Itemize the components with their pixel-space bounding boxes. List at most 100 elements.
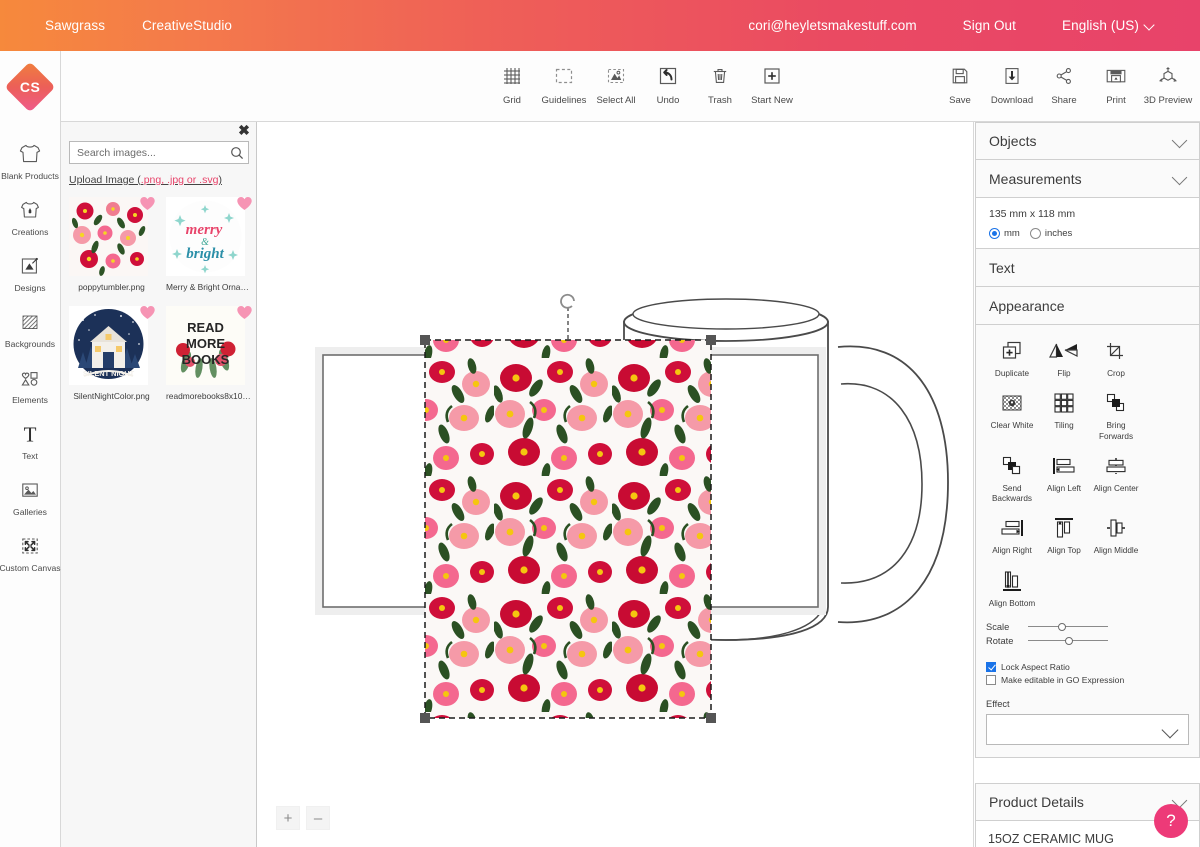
designs-icon [19,253,41,278]
clear-white-button[interactable]: Clear White [986,389,1038,442]
bring-forwards-button[interactable]: Bring Forwards [1090,389,1142,442]
share-button[interactable]: Share [1038,60,1090,106]
list-item[interactable]: READ MORE BOOKS readmorebooks8x10.jpg [166,304,253,401]
3d-preview-button[interactable]: 3D Preview [1142,60,1194,106]
mug-mockup [315,293,949,723]
thumbnail-image-merry-bright[interactable]: merry & bright [166,197,245,276]
send-backwards-button[interactable]: Send Backwards [986,452,1038,505]
sidebar-item-elements[interactable]: Elements [0,356,60,412]
favorite-heart-icon[interactable] [236,304,253,321]
appearance-body: Duplicate Flip Crop Clear White Tiling B… [975,325,1200,758]
help-button[interactable]: ? [1154,804,1188,838]
section-objects-label: Objects [989,133,1037,149]
sidebar-label-backgrounds: Backgrounds [4,339,56,349]
product-link[interactable]: CreativeStudio [142,18,232,33]
save-button[interactable]: Save [934,60,986,106]
guidelines-button[interactable]: Guidelines [538,60,590,106]
design-canvas[interactable]: + – [258,122,974,847]
list-item[interactable]: poppytumbler.png [69,195,156,292]
sidebar-item-creations[interactable]: Creations [0,188,60,244]
duplicate-button[interactable]: Duplicate [986,337,1038,379]
start-new-button[interactable]: Start New [746,60,798,106]
select-all-icon [606,63,626,89]
search-icon[interactable] [226,146,248,160]
brand-link[interactable]: Sawgrass [45,18,105,33]
undo-button[interactable]: Undo [642,60,694,106]
align-right-icon [999,514,1025,542]
sign-out-link[interactable]: Sign Out [963,18,1016,33]
lock-aspect-ratio-row[interactable]: Lock Aspect Ratio [986,661,1189,672]
zoom-in-button[interactable]: + [276,806,300,830]
section-product-details-label: Product Details [989,793,1084,810]
favorite-heart-icon[interactable] [139,304,156,321]
sidebar-label-text: Text [22,451,38,461]
lock-aspect-ratio-checkbox[interactable] [986,661,996,672]
duplicate-icon [1000,337,1024,365]
search-input[interactable] [70,142,226,163]
radio-dot-inches[interactable] [1029,228,1041,239]
section-appearance[interactable]: Appearance [975,287,1200,325]
thumbnail-image-readmorebooks[interactable]: READ MORE BOOKS [166,306,245,385]
align-left-button[interactable]: Align Left [1038,452,1090,505]
unit-mm-label: mm [1004,228,1020,239]
app-logo[interactable]: CS [0,51,61,122]
favorite-heart-icon[interactable] [236,195,253,212]
go-expression-row[interactable]: Make editable in GO Expression [986,674,1189,685]
list-item[interactable]: merry & bright Merry & Bright Ornam... [166,195,253,292]
unit-radio-mm[interactable]: mm [989,228,1020,239]
trash-button[interactable]: Trash [694,60,746,106]
trash-label: Trash [708,95,732,106]
send-backwards-icon [1001,452,1023,480]
scale-slider-knob[interactable] [1058,622,1067,631]
upload-image-link[interactable]: Upload Image (.png, .jpg or .svg) [69,174,222,186]
sidebar-item-backgrounds[interactable]: Backgrounds [0,300,60,356]
search-images-field[interactable] [69,141,249,164]
effect-select[interactable] [986,713,1189,745]
scale-slider[interactable] [1028,621,1108,633]
text-icon: T [19,421,41,446]
sidebar-item-text[interactable]: T Text [0,412,60,468]
crop-button[interactable]: Crop [1090,337,1142,379]
section-text[interactable]: Text [975,249,1200,287]
creative-studio-app: Sawgrass CreativeStudio cori@heyletsmake… [0,0,1200,847]
tiling-button[interactable]: Tiling [1038,389,1090,442]
flip-button[interactable]: Flip [1038,337,1090,379]
save-icon [950,63,970,89]
section-measurements[interactable]: Measurements [975,160,1200,198]
rotate-slider-knob[interactable] [1065,636,1074,645]
account-email[interactable]: cori@heyletsmakestuff.com [748,18,916,33]
align-right-button[interactable]: Align Right [986,514,1038,556]
align-center-button[interactable]: Align Center [1090,452,1142,505]
rotate-slider[interactable] [1028,635,1108,647]
top-bar-right: cori@heyletsmakestuff.com Sign Out Engli… [748,18,1154,33]
select-all-button[interactable]: Select All [590,60,642,106]
rotate-handle-icon [560,293,575,309]
scale-slider-track [1028,625,1108,628]
close-icon[interactable]: ✖ [236,123,252,139]
sidebar-item-custom-canvas[interactable]: Custom Canvas [0,524,61,580]
align-top-button[interactable]: Align Top [1038,514,1090,556]
go-expression-checkbox[interactable] [986,674,996,685]
favorite-heart-icon[interactable] [139,195,156,212]
print-button[interactable]: Print [1090,60,1142,106]
unit-inches-label: inches [1044,228,1073,239]
sidebar-item-blank-products[interactable]: Blank Products [0,132,60,188]
radio-dot-mm[interactable] [989,228,1000,239]
sidebar-item-designs[interactable]: Designs [0,244,60,300]
chevron-down-icon [1161,724,1178,735]
unit-radio-inches[interactable]: inches [1029,228,1073,239]
list-item[interactable]: SILENT NIGHT SilentNightColor.png [69,304,156,401]
section-objects[interactable]: Objects [975,122,1200,160]
download-button[interactable]: Download [986,60,1038,106]
thumbnail-image-poppytumbler[interactable] [69,197,148,276]
language-selector[interactable]: English (US) [1062,18,1154,33]
grid-button[interactable]: Grid [486,60,538,106]
align-middle-button[interactable]: Align Middle [1090,514,1142,556]
zoom-out-button[interactable]: – [306,806,330,830]
align-bottom-button[interactable]: Align Bottom [986,567,1038,609]
thumbnail-image-silentnight[interactable]: SILENT NIGHT [69,306,148,385]
guidelines-label: Guidelines [541,95,587,106]
sidebar-item-galleries[interactable]: Galleries [0,468,60,524]
top-bar: Sawgrass CreativeStudio cori@heyletsmake… [0,0,1200,51]
sidebar-label-blank-products: Blank Products [1,171,59,181]
